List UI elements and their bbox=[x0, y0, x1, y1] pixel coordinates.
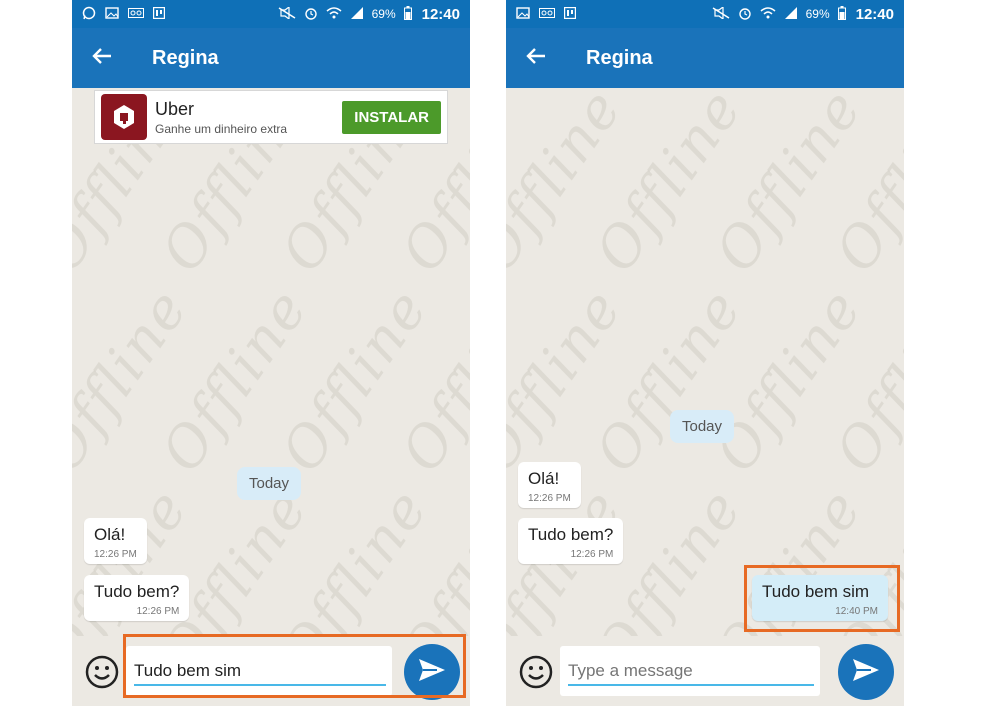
message-text: Tudo bem? bbox=[94, 582, 180, 601]
signal-icon bbox=[784, 7, 798, 21]
date-divider: Today bbox=[670, 410, 735, 443]
mute-icon bbox=[278, 5, 296, 21]
back-button[interactable] bbox=[506, 28, 566, 88]
send-button[interactable] bbox=[838, 644, 894, 700]
image-icon bbox=[516, 7, 530, 21]
alarm-icon bbox=[738, 6, 752, 22]
watermark-text: Offline bbox=[703, 88, 876, 284]
send-icon bbox=[851, 657, 881, 688]
back-button[interactable] bbox=[72, 28, 132, 88]
chat-title: Regina bbox=[152, 46, 219, 69]
signal-icon bbox=[350, 7, 364, 21]
message-bubble[interactable]: Olá! 12:26 PM bbox=[84, 518, 147, 564]
phone-screen-left: 69% 12:40 Regina Offline Offline Offline… bbox=[72, 0, 470, 706]
app-icon bbox=[563, 6, 577, 21]
message-input-bar bbox=[506, 636, 904, 706]
message-input[interactable] bbox=[134, 658, 384, 684]
wifi-icon bbox=[326, 7, 342, 21]
date-divider: Today bbox=[237, 467, 302, 500]
message-time: 12:26 PM bbox=[136, 606, 180, 617]
status-time: 12:40 bbox=[855, 5, 894, 23]
install-button[interactable]: INSTALAR bbox=[342, 100, 441, 134]
emoji-icon[interactable] bbox=[84, 654, 120, 690]
message-field[interactable] bbox=[126, 646, 392, 696]
ad-title: Uber bbox=[155, 98, 195, 119]
send-icon bbox=[417, 657, 447, 688]
wifi-icon bbox=[760, 7, 776, 21]
watermark-text: Offline bbox=[269, 277, 442, 484]
alarm-icon bbox=[304, 6, 318, 22]
watermark-text: Offline bbox=[583, 277, 756, 484]
app-icon bbox=[152, 6, 166, 21]
voicemail-icon bbox=[128, 8, 144, 20]
app-bar: Regina bbox=[506, 28, 904, 88]
message-text: Tudo bem? bbox=[528, 525, 614, 544]
status-bar: 69% 12:40 bbox=[72, 0, 470, 28]
message-bubble[interactable]: Olá! 12:26 PM bbox=[518, 462, 581, 508]
uber-logo-icon bbox=[101, 94, 147, 140]
watermark-text: Offline bbox=[389, 277, 470, 484]
app-bar: Regina bbox=[72, 28, 470, 88]
watermark-text: Offline bbox=[506, 88, 636, 284]
watermark-text: Offline bbox=[703, 277, 876, 484]
voicemail-icon bbox=[539, 8, 555, 20]
mute-icon bbox=[712, 5, 730, 21]
emoji-icon[interactable] bbox=[518, 654, 554, 690]
ad-banner[interactable]: Uber Ganhe um dinheiro extra INSTALAR bbox=[94, 90, 448, 144]
whatsapp-icon bbox=[82, 6, 96, 22]
battery-icon bbox=[403, 6, 412, 22]
phone-screen-right: 69% 12:40 Regina Offline Offline Offline… bbox=[506, 0, 904, 706]
status-time: 12:40 bbox=[421, 5, 460, 23]
status-bar: 69% 12:40 bbox=[506, 0, 904, 28]
battery-icon bbox=[837, 6, 846, 22]
message-time: 12:40 PM bbox=[835, 606, 878, 617]
back-arrow-icon bbox=[92, 47, 112, 70]
back-arrow-icon bbox=[526, 47, 546, 70]
message-text: Olá! bbox=[528, 469, 560, 488]
message-time: 12:26 PM bbox=[528, 493, 571, 504]
watermark-text: Offline bbox=[823, 277, 904, 484]
message-text: Olá! bbox=[94, 525, 126, 544]
message-time: 12:26 PM bbox=[94, 549, 137, 560]
message-field[interactable] bbox=[560, 646, 820, 696]
message-input[interactable] bbox=[568, 658, 818, 684]
message-text: Tudo bem sim bbox=[762, 582, 870, 601]
message-bubble[interactable]: Tudo bem? 12:26 PM bbox=[518, 518, 624, 564]
message-bubble[interactable]: Tudo bem? 12:26 PM bbox=[84, 575, 190, 621]
ad-subtitle: Ganhe um dinheiro extra bbox=[155, 121, 288, 136]
message-bubble-outgoing[interactable]: Tudo bem sim 12:40 PM bbox=[752, 575, 888, 621]
image-icon bbox=[105, 7, 119, 21]
watermark-text: Offline bbox=[823, 88, 904, 284]
battery-percent: 69% bbox=[805, 7, 830, 21]
watermark-text: Offline bbox=[583, 88, 756, 284]
watermark-text: Offline bbox=[72, 277, 202, 484]
message-input-bar bbox=[72, 636, 470, 706]
watermark-text: Offline bbox=[149, 277, 322, 484]
message-time: 12:26 PM bbox=[570, 549, 614, 560]
watermark-text: Offline bbox=[506, 277, 636, 484]
chat-title: Regina bbox=[586, 46, 653, 69]
battery-percent: 69% bbox=[371, 7, 396, 21]
send-button[interactable] bbox=[404, 644, 460, 700]
